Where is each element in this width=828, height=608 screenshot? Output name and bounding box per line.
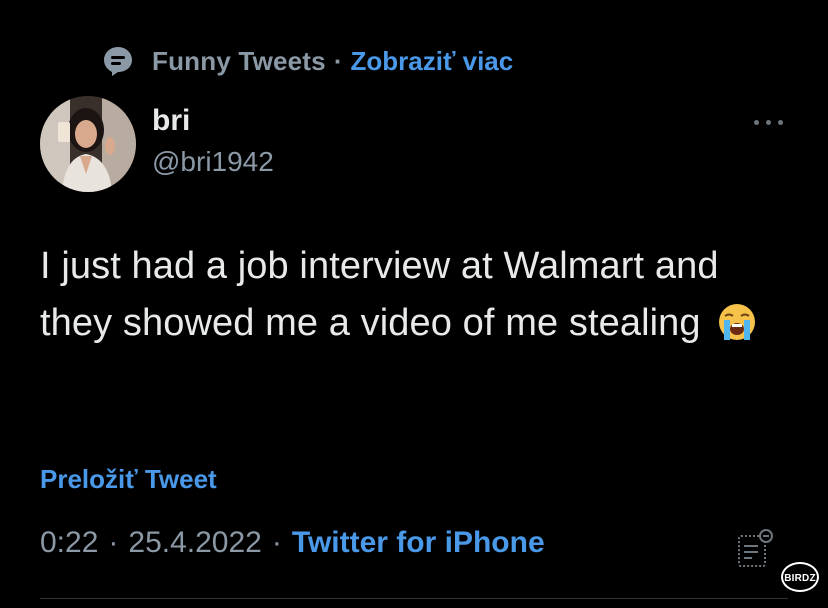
translate-tweet-link[interactable]: Preložiť Tweet (40, 464, 217, 495)
tweet-source-link[interactable]: Twitter for iPhone (292, 526, 545, 560)
community-context: Funny Tweets · Zobraziť viac (102, 40, 513, 82)
tweet-text: I just had a job interview at Walmart an… (40, 245, 719, 344)
author-name[interactable]: bri (152, 104, 190, 138)
tweet-analytics-icon[interactable] (736, 526, 776, 570)
avatar[interactable] (40, 96, 136, 192)
tweet-time[interactable]: 0:22 (40, 526, 98, 560)
birdz-watermark-logo: BIRDZ (781, 562, 819, 592)
more-options-icon[interactable] (752, 110, 786, 134)
tweet-text-block: I just had a job interview at Walmart an… (40, 238, 780, 352)
show-more-link[interactable]: Zobraziť viac (351, 46, 514, 77)
tweet-metadata: 0:22 · 25.4.2022 · Twitter for iPhone (40, 526, 545, 560)
meta-separator-1: · (108, 526, 119, 559)
loudly-crying-face-icon (719, 304, 756, 340)
divider (40, 598, 788, 599)
community-icon (104, 47, 132, 76)
context-separator: · (333, 45, 343, 76)
meta-separator-2: · (271, 526, 282, 559)
author-handle[interactable]: @bri1942 (152, 146, 274, 178)
avatar-image (40, 96, 136, 192)
community-name[interactable]: Funny Tweets (152, 46, 326, 77)
tweet-date[interactable]: 25.4.2022 (128, 526, 261, 560)
